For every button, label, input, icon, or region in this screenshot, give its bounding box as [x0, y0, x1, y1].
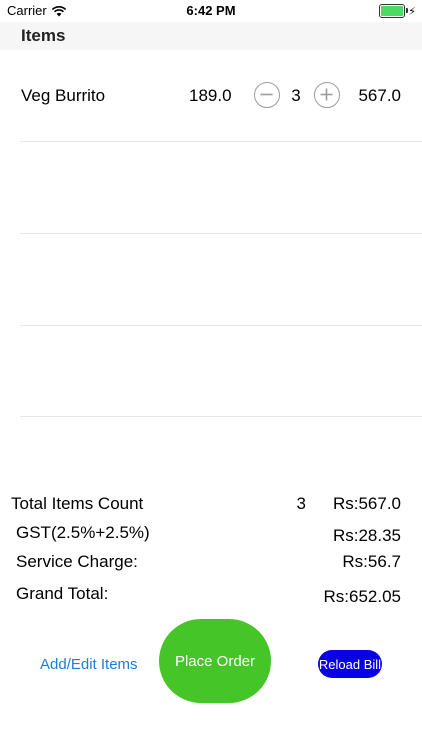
- status-bar: Carrier 6:42 PM ⚡: [0, 0, 422, 22]
- battery-icon: [379, 4, 409, 18]
- empty-row: [20, 142, 422, 234]
- subtotal-value: Rs:567.0: [332, 494, 401, 513]
- place-order-button[interactable]: Place Order: [159, 619, 271, 703]
- item-quantity: 3: [291, 86, 301, 105]
- item-price: 189.0: [189, 86, 232, 105]
- gst-label: GST(2.5%+2.5%): [16, 523, 150, 542]
- grand-total-label: Grand Total:: [16, 584, 109, 603]
- status-time: 6:42 PM: [186, 3, 236, 18]
- item-name: Veg Burrito: [21, 86, 106, 105]
- plus-icon: [320, 88, 333, 101]
- battery-indicator: ⚡: [379, 4, 416, 18]
- service-charge-value: Rs:56.7: [342, 552, 401, 571]
- item-row: Veg Burrito 189.0 3 567.0: [20, 50, 422, 142]
- bolt-icon: ⚡: [408, 5, 416, 18]
- total-items-count: 3: [296, 494, 306, 513]
- service-charge-label: Service Charge:: [16, 552, 138, 571]
- decrement-button[interactable]: [254, 82, 280, 108]
- gst-value: Rs:28.35: [332, 526, 401, 545]
- total-items-label: Total Items Count: [11, 494, 144, 513]
- item-total: 567.0: [358, 86, 401, 105]
- increment-button[interactable]: [314, 82, 340, 108]
- reload-bill-button[interactable]: Reload Bill: [318, 650, 382, 678]
- empty-row: [20, 325, 422, 417]
- section-title: Items: [21, 26, 66, 45]
- minus-icon: [260, 93, 273, 96]
- grand-total-value: Rs:652.05: [323, 587, 402, 606]
- add-edit-items-button[interactable]: Add/Edit Items: [40, 656, 138, 673]
- empty-row: [20, 234, 422, 326]
- items-section-header: Items: [0, 22, 422, 50]
